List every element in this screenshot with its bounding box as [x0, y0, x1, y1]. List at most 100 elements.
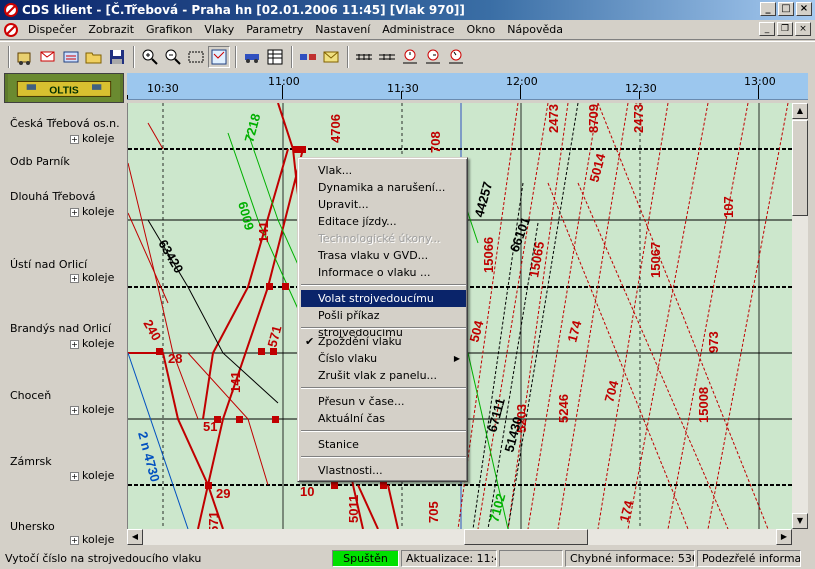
train-number-label[interactable]: 571 [264, 324, 284, 349]
menu-napoveda[interactable]: Nápověda [501, 23, 569, 36]
train-number-label[interactable]: 6009 [235, 200, 257, 232]
menu-zobrazit[interactable]: Zobrazit [82, 23, 140, 36]
menu-item-dynamika[interactable]: Dynamika a narušení... [301, 179, 466, 196]
train-number-label[interactable]: 5246 [556, 394, 571, 423]
menu-item-posli-prikaz[interactable]: Pošli příkaz strojvedoucímu [301, 307, 466, 339]
train-number-label[interactable]: 7102 [486, 492, 508, 524]
train-number-label[interactable]: 571 [206, 511, 221, 529]
train-number-label[interactable]: 240 [140, 317, 164, 343]
train-number-label[interactable]: 973 [706, 331, 721, 353]
menu-item-cislo-vlaku[interactable]: Číslo vlaku ▶ [301, 350, 466, 367]
menu-item-editace[interactable]: Editace jízdy... [301, 213, 466, 230]
train-number-label[interactable]: 174 [616, 498, 636, 524]
horizontal-scrollbar[interactable]: ◀ ▶ [127, 529, 792, 545]
train-number-label[interactable]: 704 [601, 378, 621, 404]
koleje-toggle[interactable]: + koleje [70, 271, 114, 284]
mdi-close-button[interactable]: × [795, 22, 811, 36]
menu-item-stanice[interactable]: Stanice [301, 436, 466, 453]
station-ceska-trebova[interactable]: Česká Třebová os.n. [10, 117, 120, 130]
train-number-label[interactable]: 15008 [696, 387, 711, 423]
station-uhersko[interactable]: Uhersko [10, 520, 55, 533]
train-number-label[interactable]: 2 n 4730 [135, 430, 163, 483]
train-list-icon[interactable] [60, 46, 82, 68]
train-number-label[interactable]: 705 [426, 501, 441, 523]
menu-nastaveni[interactable]: Nastavení [309, 23, 376, 36]
zoom-in-icon[interactable] [139, 46, 161, 68]
train-number-label[interactable]: 4706 [328, 114, 343, 143]
koleje-toggle[interactable]: + koleje [70, 469, 114, 482]
koleje-toggle[interactable]: + koleje [70, 337, 114, 350]
station-dlouha-trebova[interactable]: Dlouhá Třebová [10, 190, 96, 203]
menu-item-upravit[interactable]: Upravit... [301, 196, 466, 213]
train-number-label[interactable]: 15066 [481, 237, 496, 273]
menu-item-zpozdeni[interactable]: ✔ Zpoždění vlaku [301, 333, 466, 350]
train-number-label[interactable]: 141 [256, 221, 271, 243]
vertical-scrollbar[interactable]: ▲ ▼ [792, 103, 808, 529]
scroll-down-icon[interactable]: ▼ [792, 513, 808, 529]
scroll-up-icon[interactable]: ▲ [792, 103, 808, 119]
zoom-out-icon[interactable] [162, 46, 184, 68]
train-number-label[interactable]: 63420 [155, 237, 186, 276]
zoom-rect-icon[interactable] [185, 46, 207, 68]
mdi-restore-button[interactable]: ❐ [777, 22, 793, 36]
clock-train-icon[interactable] [399, 46, 421, 68]
train-number-label[interactable]: 5011 [346, 495, 361, 523]
title-bar[interactable]: CDS klient - [Č.Třebová - Praha hn [02.0… [0, 0, 815, 20]
menu-item-zrusit[interactable]: Zrušit vlak z panelu... [301, 367, 466, 384]
station-odb-parnik[interactable]: Odb Parník [10, 155, 70, 168]
train-number-label[interactable]: 174 [564, 318, 584, 344]
fit-view-icon[interactable] [208, 45, 230, 68]
save-icon[interactable] [106, 46, 128, 68]
timetable-icon[interactable] [264, 46, 286, 68]
clock-schedule-icon[interactable] [445, 46, 467, 68]
mail-train-icon[interactable] [37, 46, 59, 68]
station-zamrsk[interactable]: Zámrsk [10, 455, 52, 468]
train-number-label[interactable]: 141 [228, 371, 243, 393]
scroll-right-icon[interactable]: ▶ [776, 529, 792, 545]
track-list-icon[interactable] [376, 46, 398, 68]
mdi-minimize-button[interactable]: _ [759, 22, 775, 36]
menu-item-volat-strojvedoucimu[interactable]: Volat strojvedoucímu [301, 290, 466, 307]
menu-vlaky[interactable]: Vlaky [198, 23, 240, 36]
message-icon[interactable] [320, 46, 342, 68]
folder-open-icon[interactable] [83, 46, 105, 68]
menu-item-trasa[interactable]: Trasa vlaku v GVD... [301, 247, 466, 264]
horizontal-scroll-thumb[interactable] [464, 529, 588, 545]
train-number-label[interactable]: 5014 [586, 151, 608, 184]
new-train-icon[interactable] [14, 46, 36, 68]
menu-item-vlastnosti[interactable]: Vlastnosti... [301, 462, 466, 479]
close-button[interactable]: × [796, 2, 812, 16]
train-number-label[interactable]: 24738 [631, 103, 646, 133]
menu-dispecer[interactable]: Dispečer [22, 23, 82, 36]
station-chocen[interactable]: Choceň [10, 389, 51, 402]
clock-delay-icon[interactable] [422, 46, 444, 68]
train-number-label[interactable]: 44257 [471, 180, 495, 219]
train-number-label[interactable]: 66101 [507, 215, 533, 254]
train-number-label[interactable]: 10 [300, 484, 314, 499]
train-number-label[interactable]: 504 [466, 318, 486, 344]
menu-administrace[interactable]: Administrace [376, 23, 460, 36]
station-usti-nad-orlici[interactable]: Ústí nad Orlicí [10, 258, 87, 271]
train-number-label[interactable]: 51430 [501, 415, 525, 454]
menu-item-aktualni-cas[interactable]: Aktuální čas [301, 410, 466, 427]
menu-item-presun[interactable]: Přesun v čase... [301, 393, 466, 410]
minimize-button[interactable]: _ [760, 2, 776, 16]
koleje-toggle[interactable]: + koleje [70, 132, 114, 145]
koleje-toggle[interactable]: + koleje [70, 533, 114, 546]
train-number-label[interactable]: 8709 [586, 104, 601, 133]
station-brandys[interactable]: Brandýs nad Orlicí [10, 322, 111, 335]
train-number-label[interactable]: 708 [428, 131, 443, 153]
train-number-label[interactable]: 7218 [241, 112, 263, 144]
train-number-label[interactable]: 28 [168, 351, 182, 366]
document-icon[interactable] [2, 22, 20, 38]
maximize-button[interactable]: □ [778, 2, 794, 16]
koleje-toggle[interactable]: + koleje [70, 205, 114, 218]
train-number-label[interactable]: 51 [203, 419, 217, 434]
train-number-label[interactable]: 107 [721, 196, 736, 218]
menu-okno[interactable]: Okno [461, 23, 502, 36]
wagons-icon[interactable] [297, 46, 319, 68]
train-number-label[interactable]: 2473 [546, 104, 561, 133]
train-view-icon[interactable] [241, 46, 263, 68]
koleje-toggle[interactable]: + koleje [70, 403, 114, 416]
menu-parametry[interactable]: Parametry [240, 23, 309, 36]
